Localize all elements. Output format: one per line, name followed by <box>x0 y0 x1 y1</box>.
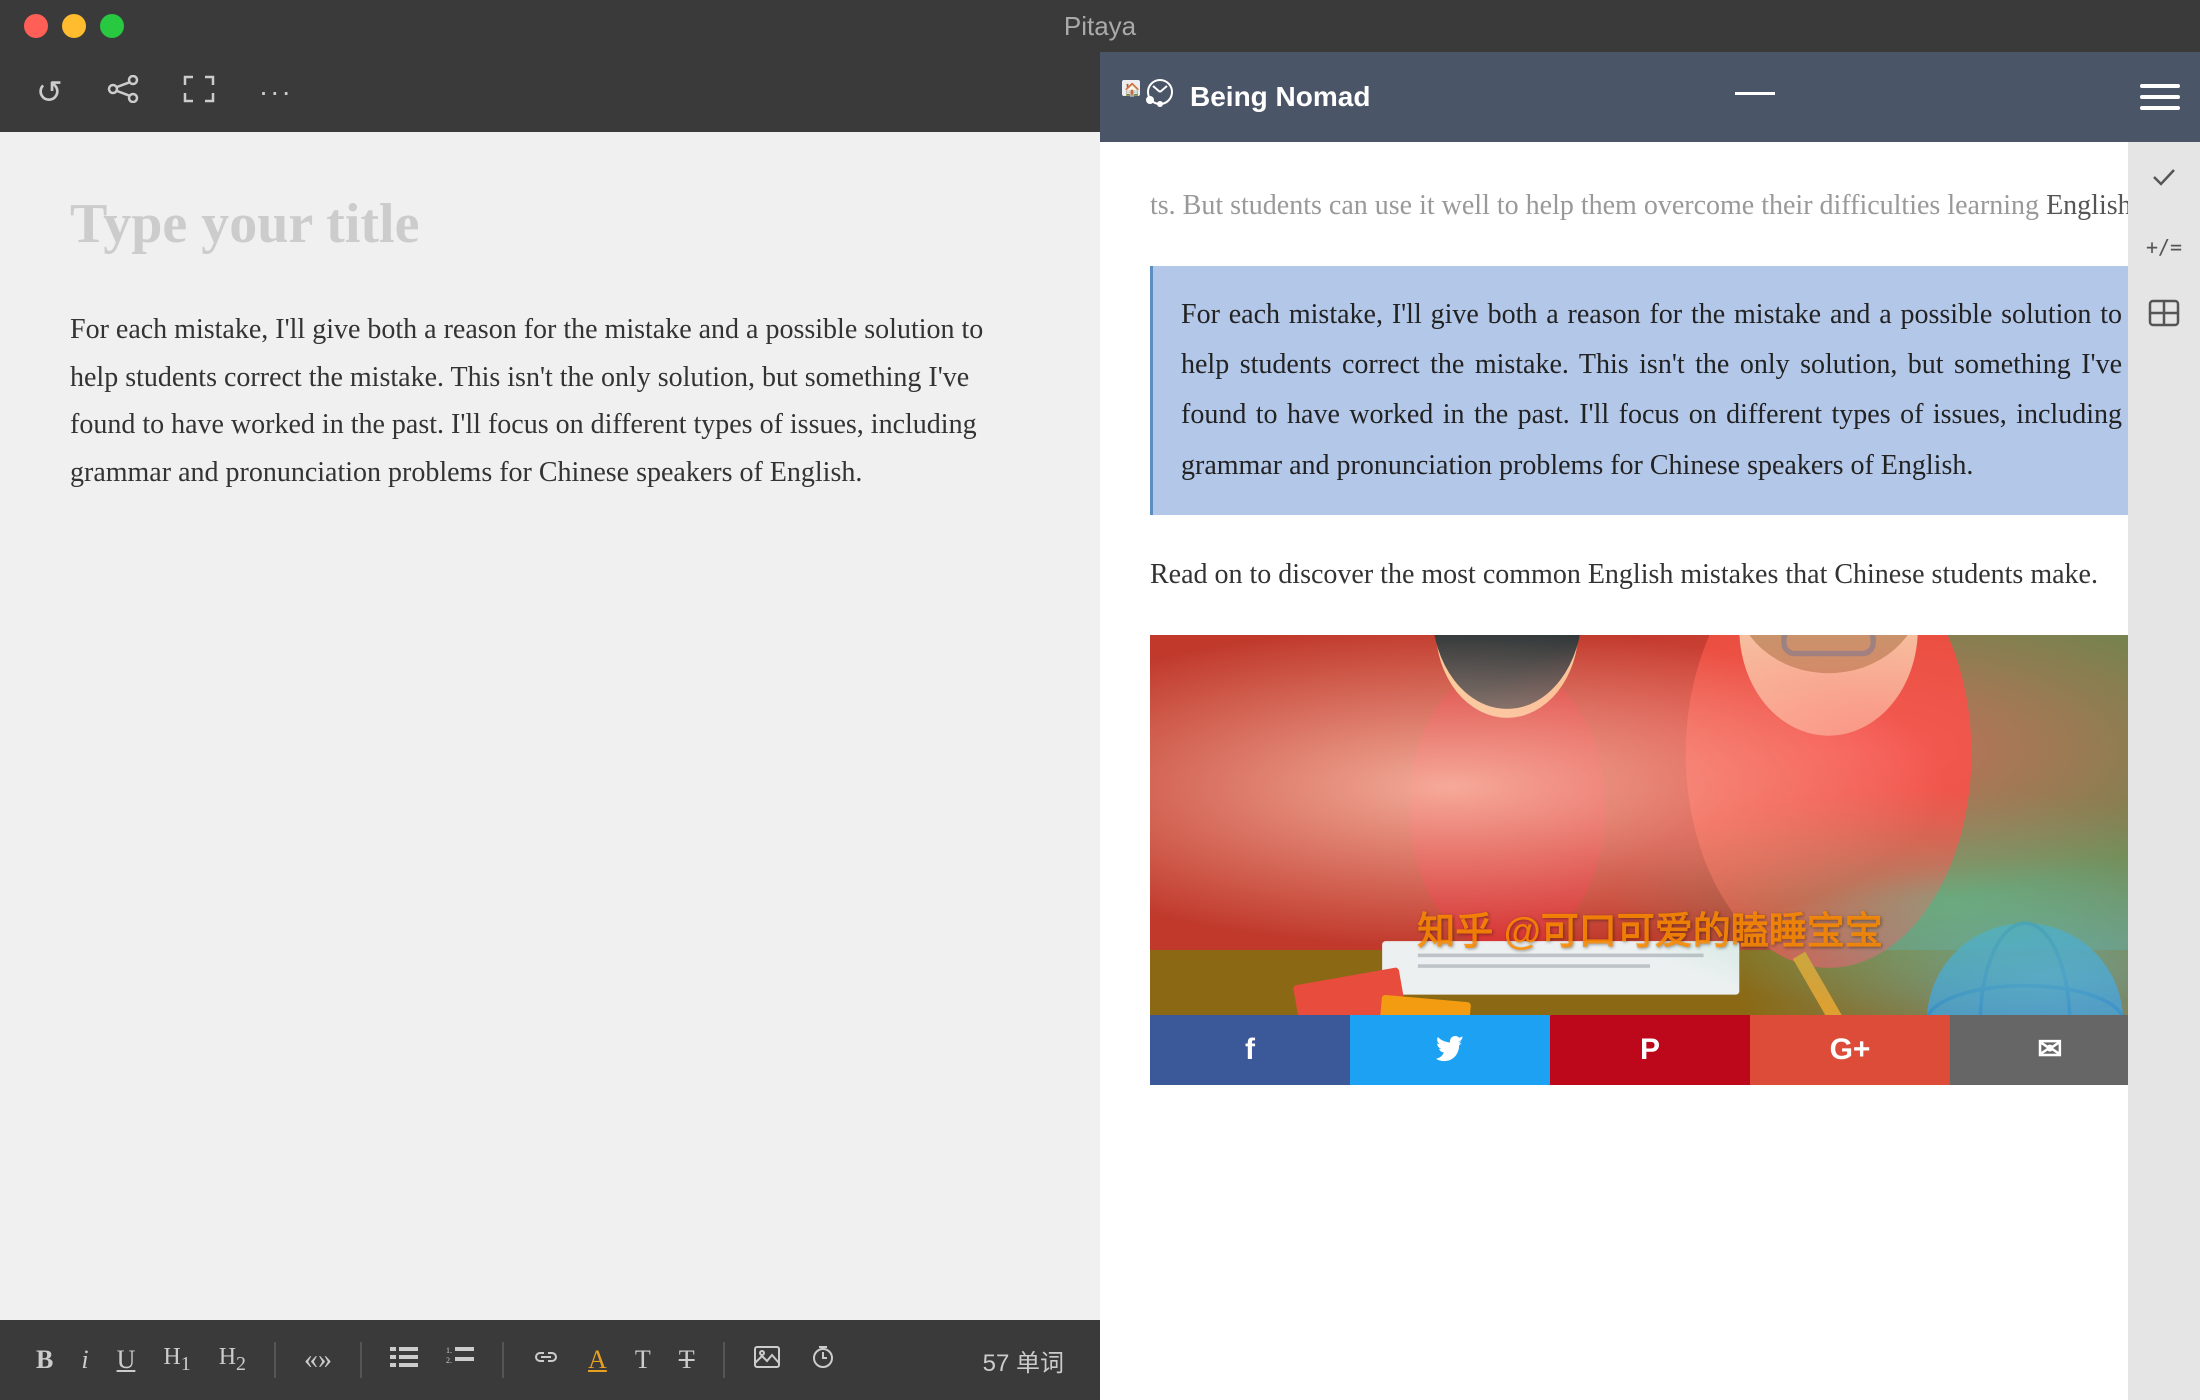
maximize-button[interactable] <box>100 14 124 38</box>
editor-body-text[interactable]: For each mistake, I'll give both a reaso… <box>70 306 1030 496</box>
email-share-button[interactable]: ✉ <box>1950 1015 2150 1085</box>
underline-button[interactable]: U <box>117 1345 136 1375</box>
intro-partial: ts. But students can use it well to help… <box>1150 190 2046 221</box>
toolbar-divider-3 <box>502 1342 504 1378</box>
traffic-lights <box>24 14 124 38</box>
link-button[interactable] <box>532 1345 560 1376</box>
svg-text:2.: 2. <box>446 1356 452 1365</box>
minimize-button[interactable] <box>62 14 86 38</box>
social-share-bar: f P G+ ✉ <box>1150 1015 2150 1085</box>
more-icon[interactable]: ··· <box>259 76 293 108</box>
editor-top-toolbar: ↺ ··· <box>0 52 1100 132</box>
translate-icon[interactable] <box>2146 295 2182 339</box>
article-image-svg <box>1150 635 2150 1015</box>
bold-button[interactable]: B <box>36 1345 53 1375</box>
browser-content[interactable]: ts. But students can use it well to help… <box>1100 142 2200 1400</box>
facebook-share-button[interactable]: f <box>1150 1015 1350 1085</box>
right-sidebar: +/= <box>2128 142 2200 1400</box>
text-button[interactable]: T <box>635 1345 651 1375</box>
italic-button[interactable]: i <box>81 1345 88 1375</box>
svg-text:1.: 1. <box>446 1346 452 1355</box>
toolbar-divider-4 <box>723 1342 725 1378</box>
twitter-share-button[interactable] <box>1350 1015 1550 1085</box>
logo-text: Being Nomad <box>1190 81 1370 113</box>
editor-content-area[interactable]: Type your title For each mistake, I'll g… <box>0 132 1100 1320</box>
format-toolbar: B i U H1 H2 «» 1. 2. <box>0 1320 1100 1400</box>
h2-button[interactable]: H2 <box>219 1344 246 1376</box>
titlebar: Pitaya <box>0 0 2200 52</box>
formula-icon[interactable]: +/= <box>2146 235 2182 259</box>
timer-button[interactable] <box>809 1345 837 1376</box>
close-button[interactable] <box>24 14 48 38</box>
toolbar-divider-1 <box>274 1342 276 1378</box>
pinterest-share-button[interactable]: P <box>1550 1015 1750 1085</box>
browser-header: 🏠 Being Nomad <box>1100 52 2200 142</box>
googleplus-share-button[interactable]: G+ <box>1750 1015 1950 1085</box>
quote-button[interactable]: «» <box>304 1344 332 1376</box>
editor-title-placeholder[interactable]: Type your title <box>70 192 1030 256</box>
image-watermark: 知乎 @可口可爱的瞌睡宝宝 <box>1417 900 1883 955</box>
check-icon[interactable] <box>2149 162 2179 199</box>
image-button[interactable] <box>753 1345 781 1376</box>
share-icon[interactable] <box>107 74 139 111</box>
clear-format-button[interactable]: T <box>679 1345 695 1375</box>
browser-panel: 🏠 Being Nomad <box>1100 52 2200 1400</box>
logo-icon: 🏠 <box>1120 72 1180 122</box>
english-word: English <box>2046 190 2132 221</box>
list-number-button[interactable]: 1. 2. <box>446 1345 474 1376</box>
highlight-button[interactable]: A <box>588 1345 607 1375</box>
blog-logo: 🏠 Being Nomad <box>1120 72 1370 122</box>
editor-panel: ↺ ··· Typ <box>0 52 1100 1400</box>
article-image: 知乎 @可口可爱的瞌睡宝宝 <box>1150 635 2150 1015</box>
toolbar-divider-2 <box>360 1342 362 1378</box>
hamburger-menu[interactable] <box>2140 84 2180 110</box>
svg-text:🏠: 🏠 <box>1124 82 1140 97</box>
highlighted-paragraph: For each mistake, I'll give both a reaso… <box>1150 266 2150 516</box>
refresh-icon[interactable]: ↺ <box>36 73 63 111</box>
article-intro-text: ts. But students can use it well to help… <box>1150 182 2150 230</box>
main-area: ↺ ··· Typ <box>0 52 2200 1400</box>
word-count[interactable]: 57 单词 <box>983 1343 1064 1378</box>
h1-button[interactable]: H1 <box>163 1344 190 1376</box>
list-bullet-button[interactable] <box>390 1345 418 1376</box>
app-title: Pitaya <box>1064 11 1136 42</box>
fullscreen-icon[interactable] <box>183 74 215 111</box>
read-on-text: Read on to discover the most common Engl… <box>1150 551 2150 599</box>
